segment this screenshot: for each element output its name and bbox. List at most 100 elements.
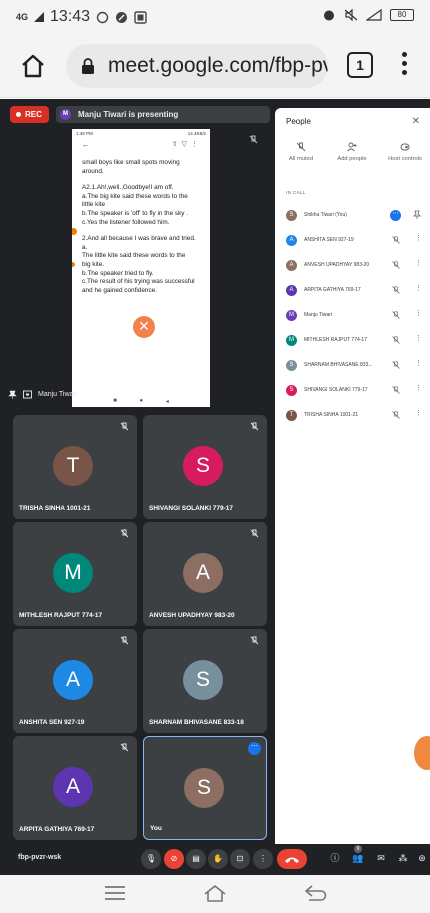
- shared-screen[interactable]: 1:46 PM 14.4KB/s ← ⇧▽⋮ small boys like s…: [10, 126, 266, 412]
- participant-avatar: A: [286, 235, 297, 246]
- host-controls-button[interactable]: Host controls: [379, 142, 430, 162]
- captions-button[interactable]: ▤: [186, 849, 206, 869]
- participant-name: TRISHA SINHA 1001-21: [19, 505, 91, 512]
- participant-name: SHARNAM BHIVASANE 833-18: [149, 719, 244, 726]
- home-nav-icon[interactable]: [203, 883, 227, 903]
- pin-icon[interactable]: [413, 210, 421, 219]
- more-options-icon[interactable]: ⋮: [415, 335, 422, 343]
- chat-icon[interactable]: ✉: [373, 850, 389, 866]
- shared-nav-circle-icon: ●: [139, 398, 144, 404]
- participant-tile[interactable]: S SHIVANGI SOLANKI 779-17: [143, 415, 267, 519]
- participant-tile[interactable]: A ANVESH UPADHYAY 983-20: [143, 522, 267, 626]
- presenting-banner: M Manju Tiwari is presenting: [56, 106, 270, 123]
- participant-name: ARPITA GATHIYA 769-17: [304, 287, 361, 293]
- more-options-icon[interactable]: ⋮: [415, 410, 422, 418]
- more-options-button[interactable]: ⋮: [253, 849, 273, 869]
- participant-avatar: S: [286, 360, 297, 371]
- selection-handle-icon: [72, 262, 75, 267]
- mic-off-icon: [120, 422, 129, 431]
- mic-off-icon: [250, 529, 259, 538]
- shared-status-bar: 1:46 PM 14.4KB/s: [72, 129, 210, 138]
- network-indicator: 4G: [16, 11, 29, 22]
- participant-list: S Shikha Tiwari (You) ⋯ A ANSHITA SEN 92…: [275, 208, 430, 433]
- participant-name: Shikha Tiwari (You): [304, 212, 347, 218]
- url-text: meet.google.com/fbp-pv: [108, 54, 328, 77]
- more-options-icon[interactable]: ⋯: [390, 210, 401, 221]
- shared-toolbar-icons: ⇧▽⋮: [171, 141, 202, 148]
- recent-apps-icon[interactable]: [103, 883, 127, 903]
- shared-nav-back-icon: ◂: [165, 398, 169, 405]
- recording-label: REC: [25, 110, 42, 119]
- alarm-icon: [324, 10, 334, 21]
- recording-badge: REC: [10, 106, 49, 123]
- participant-row[interactable]: T TRISHA SINHA 1001-21 ⋮: [275, 408, 430, 433]
- mic-off-icon: [120, 743, 129, 752]
- participant-avatar: S: [183, 660, 223, 700]
- browser-menu-icon[interactable]: [398, 52, 410, 80]
- tab-switcher-button[interactable]: 1: [347, 52, 373, 78]
- more-options-icon[interactable]: ⋮: [415, 385, 422, 393]
- close-icon[interactable]: ✕: [412, 116, 420, 127]
- raise-hand-button[interactable]: ✋: [208, 849, 228, 869]
- participant-tile[interactable]: A ARPITA GATHIYA 769-17: [13, 736, 137, 840]
- add-person-icon: [347, 142, 357, 152]
- participant-row[interactable]: S Shikha Tiwari (You) ⋯: [275, 208, 430, 233]
- pin-icon[interactable]: [8, 390, 17, 399]
- leave-call-button[interactable]: [277, 849, 307, 869]
- more-options-icon[interactable]: ⋮: [415, 285, 422, 293]
- more-options-icon[interactable]: ⋮: [415, 260, 422, 268]
- participant-tile[interactable]: A ANSHITA SEN 927-19: [13, 629, 137, 733]
- present-screen-icon: [23, 390, 32, 398]
- present-now-button[interactable]: ⊡: [230, 849, 250, 869]
- more-options-icon[interactable]: ⋮: [415, 310, 422, 318]
- participant-row[interactable]: A ANSHITA SEN 927-19 ⋮: [275, 233, 430, 258]
- meeting-details-icon[interactable]: ⓘ: [327, 850, 343, 866]
- participant-row[interactable]: S SHIVANGI SOLANKI 779-17 ⋮: [275, 383, 430, 408]
- self-tile[interactable]: ⋯ S You: [143, 736, 267, 840]
- lock-icon: [82, 58, 94, 74]
- mic-off-icon: [250, 422, 259, 431]
- more-options-icon[interactable]: ⋮: [415, 360, 422, 368]
- mic-off-icon: [250, 636, 259, 645]
- presenter-avatar: M: [60, 109, 71, 120]
- home-icon[interactable]: [18, 51, 48, 81]
- participant-avatar: A: [53, 660, 93, 700]
- mic-off-icon: [249, 135, 258, 144]
- in-call-section-label: IN CALL: [286, 190, 306, 195]
- participant-name: Manju Tiwari: [304, 312, 333, 318]
- doc-line: a.: [82, 243, 88, 251]
- participant-row[interactable]: M MITHLESH RAJPUT 774-17 ⋮: [275, 333, 430, 358]
- presenter-name: Manju Tiwari: [38, 390, 78, 398]
- back-nav-icon[interactable]: [303, 883, 327, 903]
- participant-avatar: T: [286, 410, 297, 421]
- address-bar[interactable]: meet.google.com/fbp-pv: [66, 44, 328, 88]
- participant-tile[interactable]: S SHARNAM BHIVASANE 833-18: [143, 629, 267, 733]
- participant-row[interactable]: A ANVESH UPADHYAY 983-20 ⋮: [275, 258, 430, 283]
- browser-toolbar: meet.google.com/fbp-pv 1: [0, 34, 430, 98]
- more-vert-icon: ⋮: [259, 854, 267, 863]
- participant-name: SHARNAM BHIVASANE 833...: [304, 362, 373, 368]
- participant-avatar: S: [286, 385, 297, 396]
- recording-dot-icon: [16, 112, 21, 117]
- participant-row[interactable]: M Manju Tiwari ⋮: [275, 308, 430, 333]
- shared-status-time: 1:46 PM: [76, 131, 93, 136]
- participant-tile[interactable]: M MITHLESH RAJPUT 774-17: [13, 522, 137, 626]
- camera-off-button[interactable]: ⊘: [164, 849, 184, 869]
- participant-tile[interactable]: T TRISHA SINHA 1001-21: [13, 415, 137, 519]
- captions-icon: ▤: [192, 854, 200, 863]
- activities-icon[interactable]: ⁂: [395, 850, 411, 866]
- participant-row[interactable]: S SHARNAM BHIVASANE 833... ⋮: [275, 358, 430, 383]
- self-tile-more-icon[interactable]: ⋯: [248, 742, 261, 755]
- all-muted-button[interactable]: All muted: [275, 142, 327, 162]
- host-controls-lock-icon[interactable]: ⊛: [414, 850, 430, 866]
- signal-icon: [34, 12, 45, 22]
- more-options-icon[interactable]: ⋮: [415, 235, 422, 243]
- microphone-button[interactable]: 🎙: [141, 849, 161, 869]
- mic-off-icon: [392, 361, 400, 369]
- doc-line: c.The result of his trying was successfu…: [82, 278, 195, 286]
- add-people-button[interactable]: Add people: [326, 142, 378, 162]
- shared-nav-square-icon: ■: [113, 398, 117, 404]
- participant-row[interactable]: A ARPITA GATHIYA 769-17 ⋮: [275, 283, 430, 308]
- microphone-icon: 🎙: [145, 854, 157, 863]
- meeting-code: fbp-pvzr-wsk: [18, 854, 62, 861]
